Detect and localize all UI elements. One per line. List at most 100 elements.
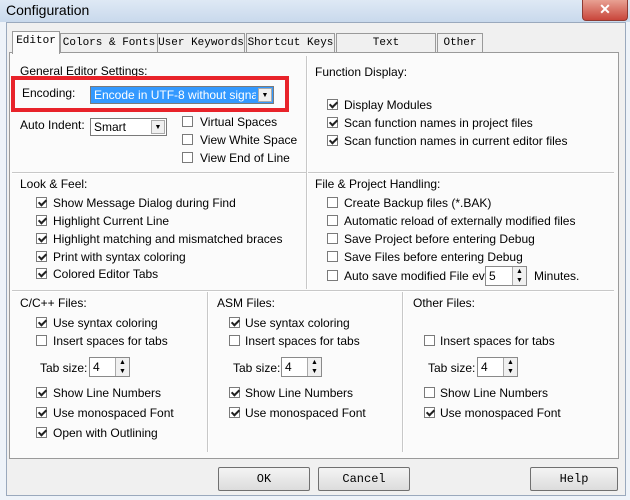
auto-save-minutes-value: 5 xyxy=(489,269,496,283)
asm-tab-size-label: Tab size: xyxy=(233,361,281,375)
cancel-button[interactable]: Cancel xyxy=(318,467,410,491)
scan-editor-files-label: Scan function names in current editor fi… xyxy=(344,134,568,148)
spin-arrows-icon[interactable]: ▲ ▼ xyxy=(115,358,129,376)
display-modules-checkbox[interactable] xyxy=(327,99,338,110)
cpp-insert-spaces-label: Insert spaces for tabs xyxy=(53,334,168,348)
print-syntax-coloring-label: Print with syntax coloring xyxy=(53,250,186,264)
cpp-tab-size-value: 4 xyxy=(93,360,100,374)
asm-syntax-coloring-checkbox[interactable] xyxy=(229,317,240,328)
highlight-current-line-checkbox[interactable] xyxy=(36,215,47,226)
view-end-of-line-checkbox[interactable] xyxy=(182,152,193,163)
other-mono-font-label: Use monospaced Font xyxy=(440,406,561,420)
auto-save-label: Auto save modified File every xyxy=(344,269,502,283)
close-button[interactable]: ✕ xyxy=(582,0,628,21)
create-backup-label: Create Backup files (*.BAK) xyxy=(344,196,492,210)
auto-indent-select[interactable]: Smart ▼ xyxy=(90,118,167,136)
colored-editor-tabs-checkbox[interactable] xyxy=(36,268,47,279)
asm-line-numbers-label: Show Line Numbers xyxy=(245,386,354,400)
save-files-debug-label: Save Files before entering Debug xyxy=(344,250,523,264)
cpp-tab-size-label: Tab size: xyxy=(40,361,88,375)
other-line-numbers-checkbox[interactable] xyxy=(424,387,435,398)
separator xyxy=(207,292,209,452)
highlight-box xyxy=(11,76,289,112)
other-tab-size-stepper[interactable]: 4 ▲ ▼ xyxy=(477,357,518,377)
cpp-insert-spaces-checkbox[interactable] xyxy=(36,335,47,346)
tab-shortcut-keys[interactable]: Shortcut Keys xyxy=(246,33,335,53)
look-feel-heading: Look & Feel: xyxy=(20,177,88,191)
cpp-line-numbers-checkbox[interactable] xyxy=(36,387,47,398)
asm-tab-size-value: 4 xyxy=(285,360,292,374)
cpp-tab-size-stepper[interactable]: 4 ▲ ▼ xyxy=(89,357,130,377)
scan-project-files-checkbox[interactable] xyxy=(327,117,338,128)
display-modules-label: Display Modules xyxy=(344,98,433,112)
highlight-current-line-label: Highlight Current Line xyxy=(53,214,170,228)
asm-insert-spaces-label: Insert spaces for tabs xyxy=(245,334,360,348)
asm-mono-font-checkbox[interactable] xyxy=(229,407,240,418)
other-mono-font-checkbox[interactable] xyxy=(424,407,435,418)
cpp-outlining-checkbox[interactable] xyxy=(36,427,47,438)
other-tab-size-value: 4 xyxy=(481,360,488,374)
scan-editor-files-checkbox[interactable] xyxy=(327,135,338,146)
highlight-braces-label: Highlight matching and mismatched braces xyxy=(53,232,283,246)
asm-tab-size-stepper[interactable]: 4 ▲ ▼ xyxy=(281,357,322,377)
other-insert-spaces-checkbox[interactable] xyxy=(424,335,435,346)
cpp-line-numbers-label: Show Line Numbers xyxy=(53,386,162,400)
virtual-spaces-label: Virtual Spaces xyxy=(200,115,278,129)
cpp-syntax-coloring-label: Use syntax coloring xyxy=(53,316,158,330)
chevron-down-icon[interactable]: ▼ xyxy=(151,120,165,134)
asm-line-numbers-checkbox[interactable] xyxy=(229,387,240,398)
view-white-space-checkbox[interactable] xyxy=(182,134,193,145)
other-line-numbers-label: Show Line Numbers xyxy=(440,386,549,400)
auto-indent-value: Smart xyxy=(94,120,127,134)
asm-files-heading: ASM Files: xyxy=(217,296,276,310)
create-backup-checkbox[interactable] xyxy=(327,197,338,208)
function-display-heading: Function Display: xyxy=(315,65,408,79)
cpp-outlining-label: Open with Outlining xyxy=(53,426,158,440)
other-tab-size-label: Tab size: xyxy=(428,361,476,375)
separator xyxy=(12,290,614,292)
auto-reload-label: Automatic reload of externally modified … xyxy=(344,214,576,228)
virtual-spaces-checkbox[interactable] xyxy=(182,116,193,127)
minutes-label: Minutes. xyxy=(534,269,580,283)
scan-project-files-label: Scan function names in project files xyxy=(344,116,533,130)
spin-arrows-icon[interactable]: ▲ ▼ xyxy=(503,358,517,376)
asm-syntax-coloring-label: Use syntax coloring xyxy=(245,316,350,330)
separator xyxy=(12,172,614,174)
save-files-debug-checkbox[interactable] xyxy=(327,251,338,262)
spin-arrows-icon[interactable]: ▲ ▼ xyxy=(307,358,321,376)
show-message-dialog-checkbox[interactable] xyxy=(36,197,47,208)
auto-indent-label: Auto Indent: xyxy=(20,118,85,132)
separator xyxy=(402,292,404,452)
cpp-files-heading: C/C++ Files: xyxy=(20,296,87,310)
show-message-dialog-label: Show Message Dialog during Find xyxy=(53,196,236,210)
cpp-mono-font-checkbox[interactable] xyxy=(36,407,47,418)
tab-text-completion[interactable]: Text Completion xyxy=(336,33,436,67)
auto-save-checkbox[interactable] xyxy=(327,270,338,281)
tab-editor[interactable]: Editor xyxy=(12,31,60,54)
highlight-braces-checkbox[interactable] xyxy=(36,233,47,244)
auto-reload-checkbox[interactable] xyxy=(327,215,338,226)
auto-save-minutes-stepper[interactable]: 5 ▲ ▼ xyxy=(485,266,527,286)
other-files-heading: Other Files: xyxy=(413,296,476,310)
view-end-of-line-label: View End of Line xyxy=(200,151,290,165)
spin-arrows-icon[interactable]: ▲ ▼ xyxy=(512,267,526,285)
print-syntax-coloring-checkbox[interactable] xyxy=(36,251,47,262)
cpp-mono-font-label: Use monospaced Font xyxy=(53,406,174,420)
tab-user-keywords[interactable]: User Keywords xyxy=(157,33,245,53)
help-button[interactable]: Help xyxy=(530,467,618,491)
window-title: Configuration xyxy=(6,2,90,18)
tab-other[interactable]: Other xyxy=(437,33,483,53)
title-bar xyxy=(0,0,630,22)
other-insert-spaces-label: Insert spaces for tabs xyxy=(440,334,555,348)
save-project-debug-checkbox[interactable] xyxy=(327,233,338,244)
ok-button[interactable]: OK xyxy=(218,467,310,491)
tab-colors-fonts[interactable]: Colors & Fonts xyxy=(60,33,158,53)
separator xyxy=(306,56,308,289)
file-project-heading: File & Project Handling: xyxy=(315,177,441,191)
save-project-debug-label: Save Project before entering Debug xyxy=(344,232,535,246)
asm-insert-spaces-checkbox[interactable] xyxy=(229,335,240,346)
asm-mono-font-label: Use monospaced Font xyxy=(245,406,366,420)
view-white-space-label: View White Space xyxy=(200,133,298,147)
colored-editor-tabs-label: Colored Editor Tabs xyxy=(53,267,159,281)
cpp-syntax-coloring-checkbox[interactable] xyxy=(36,317,47,328)
